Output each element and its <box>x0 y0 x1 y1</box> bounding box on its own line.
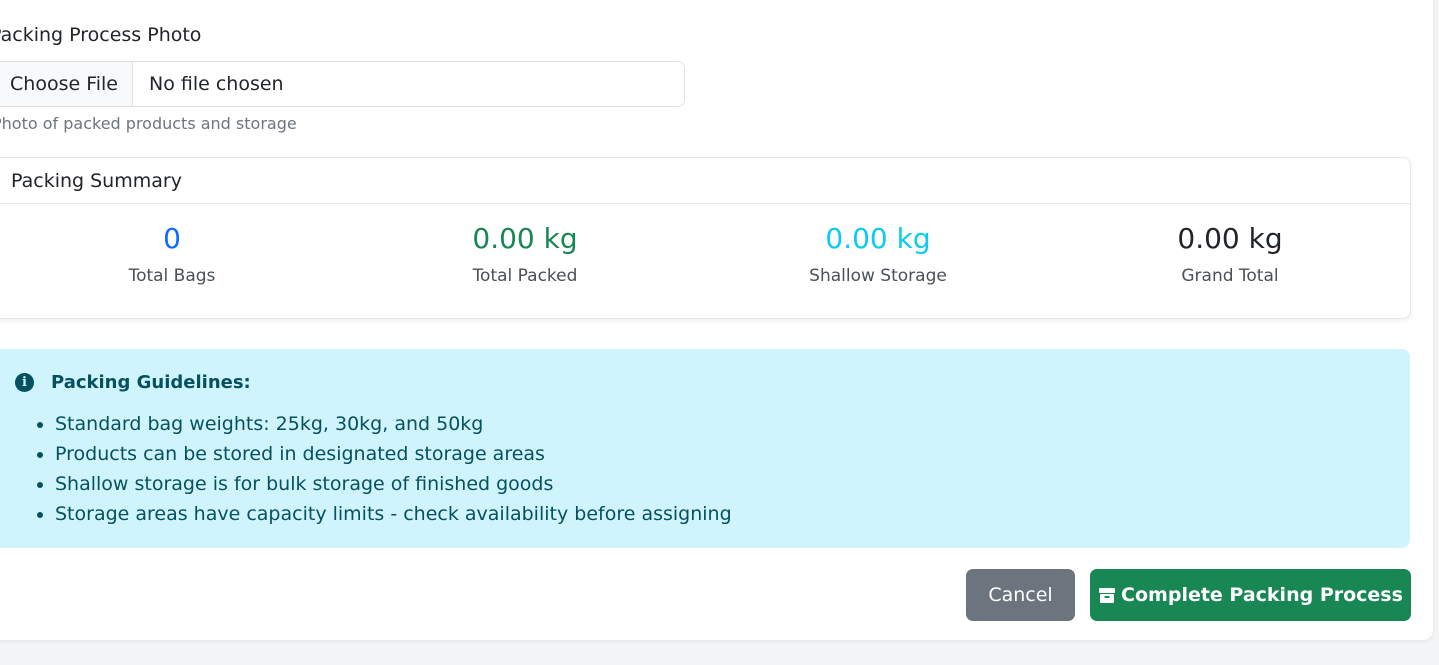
packing-summary-card: Packing Summary 0 Total Bags 0.00 kg Tot… <box>0 157 1411 319</box>
stat-grand-total: 0.00 kg Grand Total <box>1080 222 1380 286</box>
guideline-item: Storage areas have capacity limits - che… <box>55 499 732 529</box>
packing-guidelines-alert: i Packing Guidelines: Standard bag weigh… <box>0 349 1410 548</box>
info-circle-icon: i <box>15 373 34 392</box>
guideline-item: Standard bag weights: 25kg, 30kg, and 50… <box>55 409 732 439</box>
guidelines-title: Packing Guidelines: <box>51 372 251 393</box>
stat-label: Shallow Storage <box>809 266 947 286</box>
complete-packing-button[interactable]: Complete Packing Process <box>1090 569 1411 621</box>
choose-file-button[interactable]: Choose File <box>0 62 133 106</box>
summary-title: Packing Summary <box>0 158 1410 204</box>
stat-label: Total Bags <box>128 266 216 286</box>
stat-value: 0.00 kg <box>1177 222 1283 255</box>
photo-help-text: Photo of packed products and storage <box>0 114 297 133</box>
guidelines-heading: i Packing Guidelines: <box>15 372 251 393</box>
guideline-item: Shallow storage is for bulk storage of f… <box>55 469 732 499</box>
guideline-item: Products can be stored in designated sto… <box>55 439 732 469</box>
photo-field-label: Packing Process Photo <box>0 24 202 46</box>
stat-total-packed: 0.00 kg Total Packed <box>375 222 675 286</box>
stat-value: 0 <box>163 222 181 255</box>
guidelines-list: Standard bag weights: 25kg, 30kg, and 50… <box>15 409 732 529</box>
box-icon <box>1099 588 1116 603</box>
stat-label: Grand Total <box>1181 266 1279 286</box>
photo-file-input[interactable]: Choose File No file chosen <box>0 61 685 107</box>
stat-value: 0.00 kg <box>472 222 578 255</box>
complete-packing-label: Complete Packing Process <box>1121 584 1403 606</box>
stat-value: 0.00 kg <box>825 222 931 255</box>
stat-total-bags: 0 Total Bags <box>22 222 322 286</box>
stat-label: Total Packed <box>472 266 578 286</box>
stat-shallow-storage: 0.00 kg Shallow Storage <box>728 222 1028 286</box>
cancel-button[interactable]: Cancel <box>966 569 1075 621</box>
file-status-text: No file chosen <box>149 73 284 95</box>
